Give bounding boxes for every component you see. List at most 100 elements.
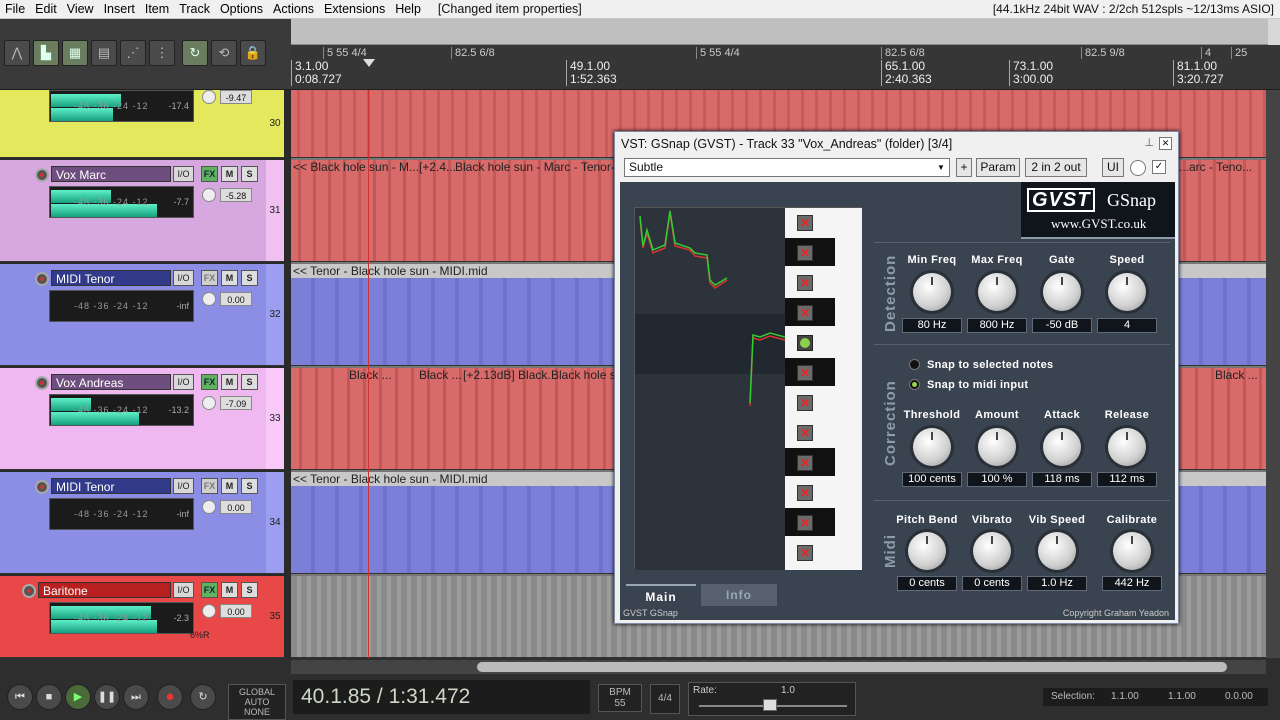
clip-label[interactable]: Black hole su [551, 368, 622, 382]
tab-info[interactable]: Info [701, 584, 777, 606]
track-name[interactable]: MIDI Tenor [51, 478, 171, 494]
min-freq-value[interactable]: 80 Hz [902, 318, 962, 333]
menu-extensions[interactable]: Extensions [319, 0, 390, 19]
tempo-marker[interactable]: 82.5 6/8 [881, 47, 925, 59]
amount-knob[interactable] [978, 428, 1016, 466]
volume-knob[interactable] [202, 90, 216, 104]
go-to-end-button[interactable]: ⏭ [123, 684, 149, 710]
track-name[interactable]: Baritone [38, 582, 171, 598]
volume-knob[interactable] [202, 396, 216, 410]
vibrato-value[interactable]: 0 cents [962, 576, 1022, 591]
repeat-button[interactable]: ↻ [190, 684, 216, 710]
solo-button[interactable]: S [241, 582, 258, 598]
crossfade-icon[interactable]: ⟲ [211, 40, 237, 66]
playrate-control[interactable]: Rate: 1.0 [688, 682, 856, 716]
preset-select[interactable]: Subtle ▼ [624, 158, 950, 177]
attack-value[interactable]: 118 ms [1032, 472, 1092, 487]
fx-button[interactable]: FX [201, 374, 218, 390]
track-34[interactable]: MIDI Tenor I/O FX M S -48 -36 -24 -12 -i… [0, 472, 284, 574]
bpm-display[interactable]: BPM 55 [598, 684, 642, 712]
tempo-marker[interactable]: 5 55 4/4 [323, 47, 367, 59]
io-button[interactable]: I/O [173, 478, 194, 494]
gate-value[interactable]: -50 dB [1032, 318, 1092, 333]
release-value[interactable]: 112 ms [1097, 472, 1157, 487]
play-cursor-marker[interactable] [363, 59, 375, 67]
metronome-icon[interactable]: ⋀ [4, 40, 30, 66]
volume-knob[interactable] [202, 292, 216, 306]
note-disabled-icon[interactable]: ✕ [797, 455, 813, 471]
track-31[interactable]: Vox Marc I/O FX M S -48 -36 -24 -12 -7.7… [0, 160, 284, 262]
menu-view[interactable]: View [62, 0, 99, 19]
note-disabled-icon[interactable]: ✕ [797, 245, 813, 261]
mute-button[interactable]: M [221, 374, 238, 390]
solo-button[interactable]: S [241, 374, 258, 390]
volume-value[interactable]: -7.09 [220, 396, 252, 410]
record-arm-button[interactable] [35, 272, 49, 286]
menu-track[interactable]: Track [174, 0, 215, 19]
global-auto-button[interactable]: GLOBAL AUTO NONE [228, 684, 286, 720]
scrollbar-thumb[interactable] [477, 662, 1227, 672]
track-name[interactable]: MIDI Tenor [51, 270, 171, 286]
note-disabled-icon[interactable]: ✕ [797, 485, 813, 501]
menu-insert[interactable]: Insert [99, 0, 140, 19]
wet-knob[interactable] [1130, 160, 1146, 176]
speed-value[interactable]: 4 [1097, 318, 1157, 333]
track-32[interactable]: MIDI Tenor I/O FX M S -48 -36 -24 -12 -i… [0, 264, 284, 366]
max-freq-value[interactable]: 800 Hz [967, 318, 1027, 333]
min-freq-knob[interactable] [913, 273, 951, 311]
track-name[interactable]: Vox Andreas [51, 374, 171, 390]
track-35[interactable]: Baritone I/O FX M S -48 -36 -24 -12 -2.3… [0, 576, 284, 658]
note-disabled-icon[interactable]: ✕ [797, 275, 813, 291]
volume-value[interactable]: 0.00 [220, 500, 252, 514]
record-arm-button[interactable] [35, 480, 49, 494]
calibrate-knob[interactable] [1113, 532, 1151, 570]
snap-selected-radio[interactable] [909, 359, 920, 370]
close-icon[interactable]: ✕ [1159, 137, 1172, 150]
track-name[interactable]: Vox Marc [51, 166, 171, 182]
record-button[interactable]: ● [157, 684, 183, 710]
clip-label[interactable]: << Black hole sun - M... [293, 160, 419, 174]
solo-button[interactable]: S [241, 478, 258, 494]
mute-button[interactable]: M [221, 270, 238, 286]
volume-value[interactable]: 0.00 [220, 604, 252, 618]
add-preset-button[interactable]: + [956, 158, 972, 177]
pitch-bend-value[interactable]: 0 cents [897, 576, 957, 591]
release-knob[interactable] [1108, 428, 1146, 466]
pin-icon[interactable]: ⊥ [1144, 136, 1154, 149]
tempo-marker[interactable]: 82.5 6/8 [451, 47, 495, 59]
menu-edit[interactable]: Edit [30, 0, 62, 19]
menu-help[interactable]: Help [390, 0, 426, 19]
horizontal-scrollbar[interactable] [291, 660, 1266, 674]
clip-label[interactable]: Black hole sun - Marc - Tenor-glue [455, 160, 638, 174]
track-33[interactable]: Vox Andreas I/O FX M S -48 -36 -24 -12 -… [0, 368, 284, 470]
io-button[interactable]: I/O [173, 374, 194, 390]
note-disabled-icon[interactable]: ✕ [797, 515, 813, 531]
volume-value[interactable]: -5.28 [220, 188, 252, 202]
tempo-marker[interactable]: 5 55 4/4 [696, 47, 740, 59]
note-disabled-icon[interactable]: ✕ [797, 425, 813, 441]
gate-knob[interactable] [1043, 273, 1081, 311]
snap-midi-radio[interactable] [909, 379, 920, 390]
tempo-marker[interactable]: 82.5 9/8 [1081, 47, 1125, 59]
rate-slider-handle[interactable] [763, 699, 777, 711]
calibrate-value[interactable]: 442 Hz [1102, 576, 1162, 591]
pan-value[interactable]: 6%R [190, 630, 210, 640]
io-routing-button[interactable]: 2 in 2 out [1025, 158, 1087, 177]
track-30[interactable]: -48 -36 -24 -12 -17.4 -9.47 30 [0, 90, 284, 158]
volume-knob[interactable] [202, 500, 216, 514]
menu-file[interactable]: File [0, 0, 30, 19]
play-button[interactable]: ▶ [65, 684, 91, 710]
vertical-scrollbar[interactable] [1266, 90, 1280, 658]
speed-knob[interactable] [1108, 273, 1146, 311]
ripple-edit-icon[interactable]: ▙ [33, 40, 59, 66]
note-disabled-icon[interactable]: ✕ [797, 365, 813, 381]
note-enabled-icon[interactable] [797, 335, 813, 351]
record-arm-button[interactable] [35, 168, 49, 182]
fx-button[interactable]: FX [201, 582, 218, 598]
attack-knob[interactable] [1043, 428, 1081, 466]
audio-device-info[interactable]: [44.1kHz 24bit WAV : 2/2ch 512spls ~12/1… [993, 0, 1274, 19]
record-arm-button[interactable] [35, 376, 49, 390]
time-signature[interactable]: 4/4 [650, 684, 680, 714]
volume-knob[interactable] [202, 604, 216, 618]
io-button[interactable]: I/O [173, 270, 194, 286]
